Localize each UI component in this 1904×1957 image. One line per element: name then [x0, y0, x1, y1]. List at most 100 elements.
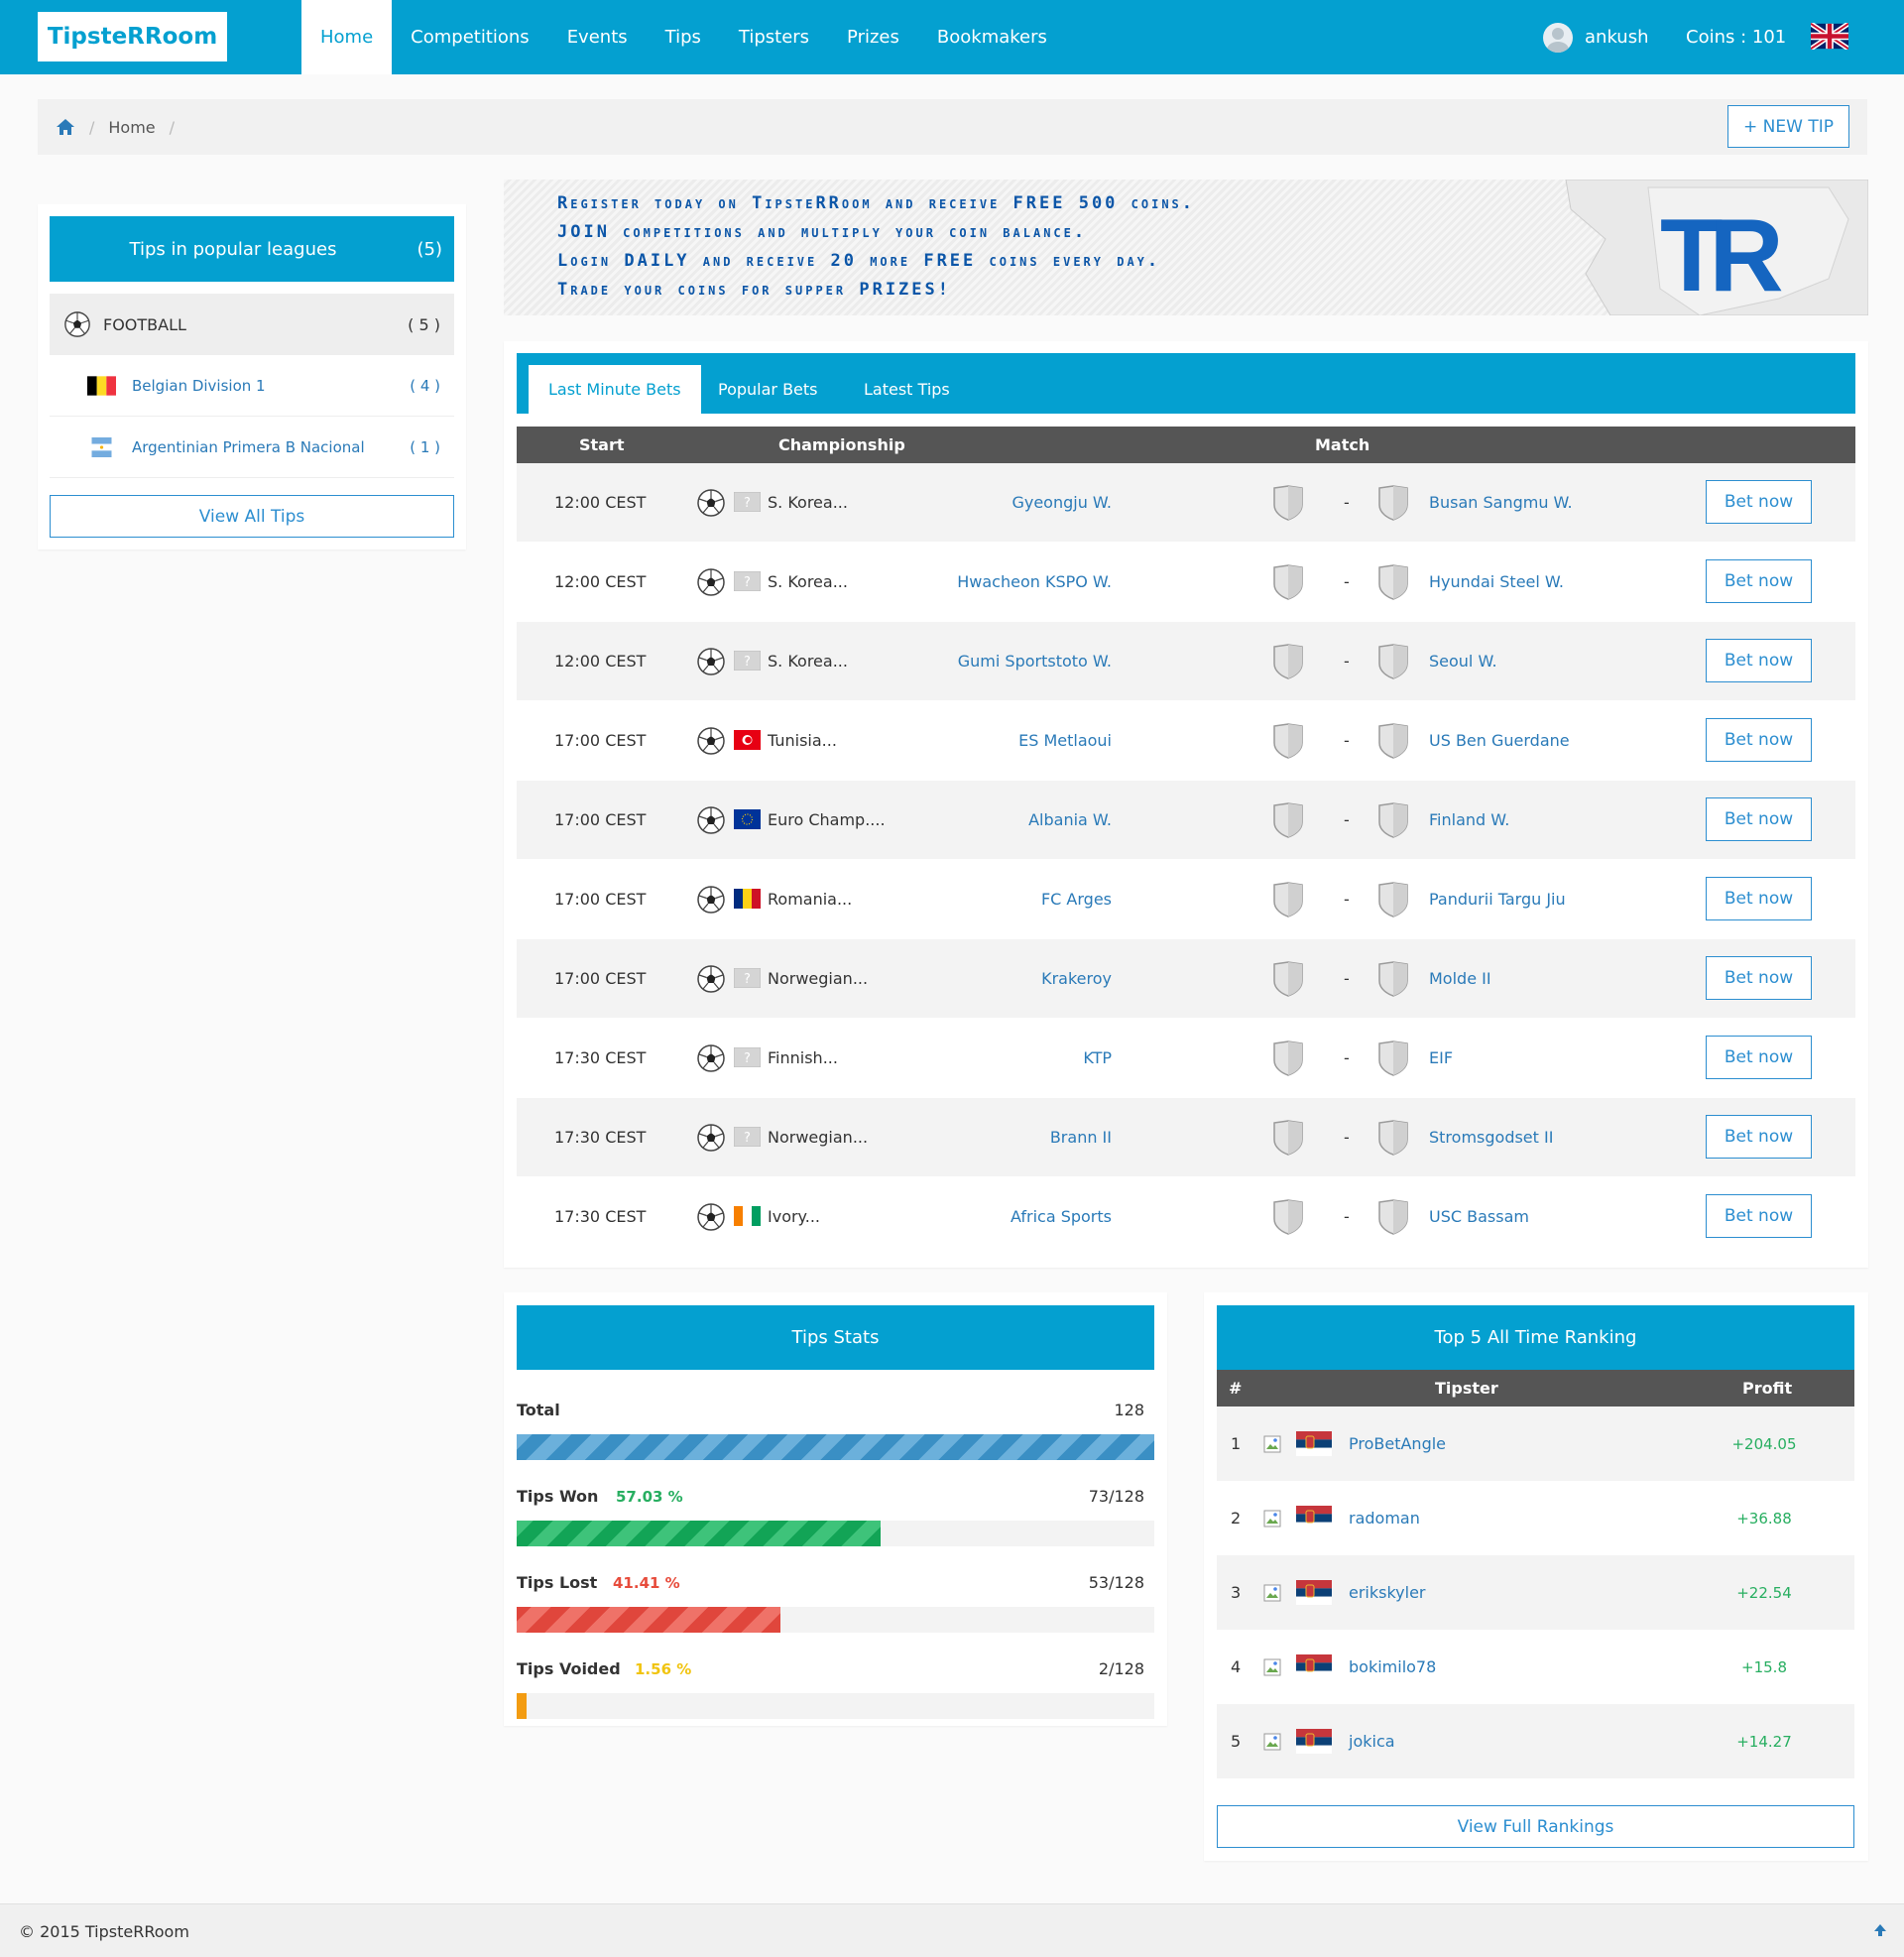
- soccer-ball-icon: [697, 648, 725, 675]
- bet-now-button[interactable]: Bet now: [1706, 480, 1812, 524]
- match-separator: -: [1344, 1128, 1350, 1147]
- main-menu: Home Competitions Events Tips Tipsters P…: [301, 0, 1066, 74]
- view-full-rankings-button[interactable]: View Full Rankings: [1217, 1805, 1854, 1848]
- nav-prizes[interactable]: Prizes: [828, 0, 918, 74]
- championship-name[interactable]: Tunisia...: [768, 701, 837, 780]
- home-team-link[interactable]: KTP: [1083, 1019, 1112, 1097]
- bet-now-button[interactable]: Bet now: [1706, 877, 1812, 920]
- ranking-row: 3 erikskyler +22.54: [1217, 1555, 1854, 1630]
- tipster-profit: +204.05: [1731, 1434, 1797, 1453]
- match-separator: -: [1344, 969, 1350, 988]
- home-icon[interactable]: [56, 118, 75, 136]
- tips-stats-panel: Tips Stats Total 128 Tips Won 57.03 % 73/128…: [504, 1292, 1167, 1726]
- nav-bookmakers[interactable]: Bookmakers: [918, 0, 1066, 74]
- bet-now-button[interactable]: Bet now: [1706, 1115, 1812, 1159]
- championship-name[interactable]: Euro Champ....: [768, 781, 886, 859]
- championship-name[interactable]: Finnish...: [768, 1019, 838, 1097]
- broken-image-icon: [1263, 1658, 1281, 1676]
- svg-text:?: ?: [744, 575, 751, 590]
- coin-balance[interactable]: Coins : 101: [1686, 0, 1786, 74]
- bet-now-button[interactable]: Bet now: [1706, 1194, 1812, 1238]
- away-team-link[interactable]: US Ben Guerdane: [1429, 701, 1570, 780]
- sport-football[interactable]: FOOTBALL ( 5 ): [50, 294, 454, 355]
- home-team-link[interactable]: Africa Sports: [1011, 1177, 1112, 1256]
- arrow-up-icon[interactable]: [1872, 1922, 1888, 1938]
- soccer-ball-icon: [697, 1203, 725, 1231]
- away-team-link[interactable]: Finland W.: [1429, 781, 1509, 859]
- bet-now-button[interactable]: Bet now: [1706, 1036, 1812, 1079]
- breadcrumb-bar: / Home / + NEW TIP: [38, 99, 1867, 155]
- banner-logo-text: TR: [1660, 198, 1782, 313]
- tipster-name-link[interactable]: radoman: [1349, 1481, 1420, 1555]
- away-team-link[interactable]: Stromsgodset II: [1429, 1098, 1553, 1176]
- home-team-link[interactable]: Gyeongju W.: [1012, 463, 1112, 542]
- home-team-link[interactable]: ES Metlaoui: [1018, 701, 1112, 780]
- home-team-link[interactable]: Hwacheon KSPO W.: [957, 543, 1112, 621]
- championship-name[interactable]: S. Korea...: [768, 463, 848, 542]
- tab-popular-bets[interactable]: Popular Bets: [698, 365, 838, 414]
- tab-latest-tips[interactable]: Latest Tips: [844, 365, 970, 414]
- team-shield-icon: [1378, 564, 1408, 600]
- nav-home[interactable]: Home: [301, 0, 393, 74]
- home-team-link[interactable]: Krakeroy: [1041, 939, 1112, 1018]
- away-team-link[interactable]: Hyundai Steel W.: [1429, 543, 1564, 621]
- tipster-name-link[interactable]: jokica: [1349, 1704, 1395, 1778]
- nav-tipsters[interactable]: Tipsters: [720, 0, 828, 74]
- nav-competitions[interactable]: Competitions: [392, 0, 548, 74]
- bet-now-button[interactable]: Bet now: [1706, 718, 1812, 762]
- championship-name[interactable]: Ivory...: [768, 1177, 820, 1256]
- ranking-title: Top 5 All Time Ranking: [1217, 1305, 1854, 1370]
- col-rank: #: [1229, 1379, 1243, 1398]
- tipster-name-link[interactable]: erikskyler: [1349, 1555, 1426, 1630]
- team-shield-icon: [1378, 1120, 1408, 1156]
- stat-progress-fill: [517, 1434, 1154, 1460]
- user-menu[interactable]: ankush: [1543, 0, 1649, 74]
- home-team-link[interactable]: FC Arges: [1041, 860, 1112, 938]
- uk-flag-icon[interactable]: [1811, 23, 1848, 50]
- home-team-link[interactable]: Brann II: [1050, 1098, 1112, 1176]
- stat-label: Tips Voided: [517, 1659, 621, 1678]
- team-shield-icon: [1378, 644, 1408, 679]
- bet-now-button[interactable]: Bet now: [1706, 956, 1812, 1000]
- tipster-name-link[interactable]: bokimilo78: [1349, 1630, 1436, 1704]
- stat-value: 73/128: [1088, 1487, 1144, 1506]
- tipster-name-link[interactable]: ProBetAngle: [1349, 1407, 1446, 1481]
- away-team-link[interactable]: Molde II: [1429, 939, 1491, 1018]
- stat-progress-fill: [517, 1607, 781, 1633]
- bet-row: 12:00 CEST? S. Korea... Gyeongju W. - Busan …: [517, 463, 1855, 542]
- new-tip-button[interactable]: + NEW TIP: [1727, 105, 1849, 148]
- site-logo[interactable]: TipsteRRoom: [38, 12, 227, 61]
- league-count: ( 1 ): [410, 437, 440, 456]
- unknown-flag-icon: ?: [734, 492, 761, 512]
- romania-flag-icon: [734, 889, 761, 909]
- promo-banner[interactable]: Register today on TipsteRRoom and receiv…: [504, 180, 1868, 315]
- popular-leagues-title: Tips in popular leagues: [129, 238, 337, 260]
- championship-name[interactable]: Norwegian...: [768, 939, 868, 1018]
- championship-name[interactable]: S. Korea...: [768, 543, 848, 621]
- away-team-link[interactable]: EIF: [1429, 1019, 1453, 1097]
- nav-tips[interactable]: Tips: [647, 0, 720, 74]
- league-belgian-division-1[interactable]: Belgian Division 1 ( 4 ): [50, 355, 454, 417]
- championship-name[interactable]: Romania...: [768, 860, 852, 938]
- bet-now-button[interactable]: Bet now: [1706, 639, 1812, 682]
- home-team-link[interactable]: Gumi Sportstoto W.: [958, 622, 1112, 700]
- away-team-link[interactable]: USC Bassam: [1429, 1177, 1529, 1256]
- tipster-profit: +22.54: [1736, 1583, 1792, 1602]
- tab-last-minute-bets[interactable]: Last Minute Bets: [529, 365, 701, 414]
- away-team-link[interactable]: Busan Sangmu W.: [1429, 463, 1573, 542]
- bet-now-button[interactable]: Bet now: [1706, 559, 1812, 603]
- nav-events[interactable]: Events: [548, 0, 647, 74]
- home-team-link[interactable]: Albania W.: [1028, 781, 1112, 859]
- team-shield-icon: [1273, 723, 1303, 759]
- view-all-tips-button[interactable]: View All Tips: [50, 495, 454, 538]
- serbia-flag-icon: [1296, 1506, 1332, 1530]
- bet-now-button[interactable]: Bet now: [1706, 797, 1812, 841]
- championship-name[interactable]: Norwegian...: [768, 1098, 868, 1176]
- match-separator: -: [1344, 493, 1350, 512]
- team-shield-icon: [1378, 1199, 1408, 1235]
- away-team-link[interactable]: Pandurii Targu Jiu: [1429, 860, 1566, 938]
- league-argentinian-primera-b[interactable]: Argentinian Primera B Nacional ( 1 ): [50, 417, 454, 478]
- rank-number: 5: [1231, 1732, 1242, 1751]
- championship-name[interactable]: S. Korea...: [768, 622, 848, 700]
- away-team-link[interactable]: Seoul W.: [1429, 622, 1497, 700]
